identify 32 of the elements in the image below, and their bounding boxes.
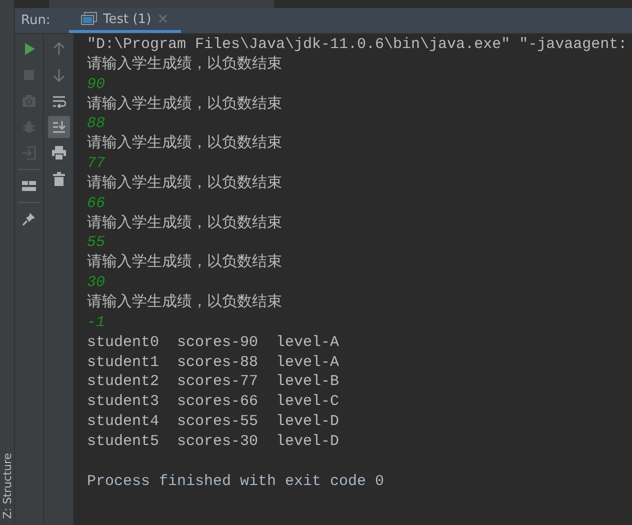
console-icon	[81, 12, 97, 26]
console-line: 请输入学生成绩，以负数结束	[87, 135, 282, 152]
console-line: student2 scores-77 level-B	[87, 373, 340, 390]
console-line: student0 scores-90 level-A	[87, 334, 340, 351]
console-line: student1 scores-88 level-A	[87, 354, 340, 370]
user-input-text: 88	[87, 115, 106, 132]
console-line: Process finished with exit code 0	[87, 472, 384, 490]
console-line: "D:\Program Files\Java\jdk-11.0.6\bin\java.exe" "-javaagent:	[87, 36, 628, 53]
side-tab[interactable]: Z: Structure	[0, 453, 14, 519]
run-icon[interactable]	[22, 42, 36, 56]
console-line: student4 scores-55 level-D	[87, 413, 340, 430]
trash-icon[interactable]	[52, 172, 66, 186]
layout-icon[interactable]	[22, 179, 36, 193]
console-line: student3 scores-66 level-C	[87, 393, 340, 410]
user-input-text: 55	[87, 234, 106, 252]
console-line: 请输入学生成绩，以负数结束	[87, 214, 282, 232]
console-line: 请输入学生成绩，以负数结束	[87, 294, 282, 311]
user-input-text: 30	[87, 274, 106, 292]
console-line: 请输入学生成绩，以负数结束	[87, 254, 282, 272]
user-input-text: 90	[87, 76, 106, 93]
user-input-text: 77	[87, 155, 106, 172]
user-input-text: -1	[87, 314, 106, 331]
console-line: 请输入学生成绩，以负数结束	[87, 96, 282, 113]
print-icon[interactable]	[52, 146, 66, 160]
console-line: student5 scores-30 level-D	[87, 432, 340, 450]
panel-label: Run:	[20, 12, 52, 30]
console-line: 请输入学生成绩，以负数结束	[87, 174, 282, 192]
scroll-to-end-icon[interactable]	[52, 120, 66, 134]
soft-wrap-icon[interactable]	[52, 94, 66, 108]
user-input-text: 66	[87, 194, 106, 212]
console-line: 请输入学生成绩，以负数结束	[87, 56, 282, 73]
pin-icon[interactable]	[22, 212, 36, 226]
